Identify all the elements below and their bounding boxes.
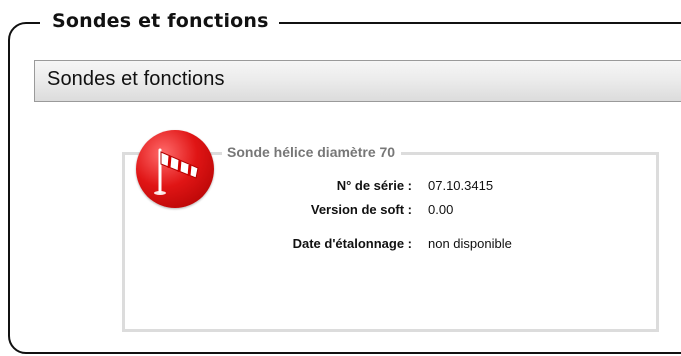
section-header-title: Sondes et fonctions (47, 68, 225, 90)
calibration-date-label: Date d'étalonnage : (292, 236, 412, 251)
soft-version-label: Version de soft : (310, 202, 412, 217)
frame-title: Sondes et fonctions (40, 8, 279, 34)
section-header: Sondes et fonctions (34, 60, 681, 102)
serial-value: 07.10.3415 (428, 178, 494, 193)
probe-name: Sonde hélice diamètre 70 (222, 143, 402, 161)
soft-version-value: 0.00 (428, 202, 454, 217)
propeller-probe-icon (136, 130, 214, 208)
serial-label: N° de série : (336, 178, 412, 193)
calibration-date-value: non disponible (428, 236, 512, 251)
